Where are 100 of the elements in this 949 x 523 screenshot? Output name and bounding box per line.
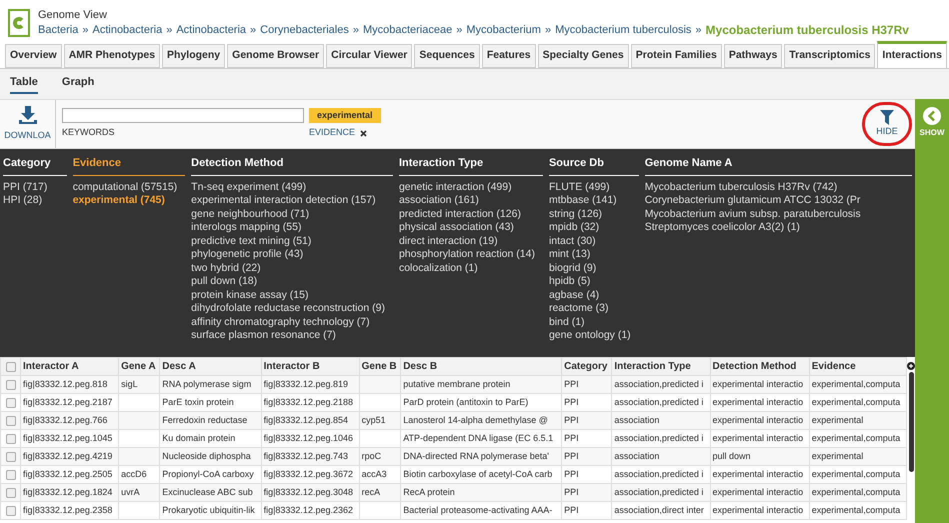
table-cell: Bacterial proteasome-activating AAA- [400,502,562,520]
facet-value[interactable]: genetic interaction (499) [398,180,535,194]
facet-value[interactable]: experimental (745) [72,194,178,208]
column-header[interactable]: Desc A [160,358,262,376]
facet-value[interactable]: phosphorylation reaction (14) [398,248,535,262]
tab[interactable]: Pathways [724,44,782,68]
row-checkbox[interactable] [6,380,16,390]
facet-value[interactable]: colocalization (1) [398,262,535,275]
column-header[interactable]: Detection Method [710,358,810,376]
facet-value[interactable]: physical association (43) [398,221,535,234]
download-button[interactable]: DOWNLOA [0,100,56,148]
facet-value[interactable]: dihydrofolate reductase reconstruction (9) [191,302,385,316]
tab[interactable]: Phylogeny [162,44,226,68]
column-header[interactable]: Evidence [809,358,906,376]
facet-value[interactable]: pull down (18) [191,275,385,288]
facet-value[interactable]: string (126) [548,208,631,221]
breadcrumb-link[interactable]: Bacteria [38,22,78,38]
breadcrumb-separator: » [456,22,462,38]
facet-header[interactable]: Evidence [72,155,186,176]
table-cell: fig|83332.12.peg.2362 [261,502,360,520]
facet-value[interactable]: bind (1) [548,316,631,329]
column-header[interactable]: Interactor A [20,358,119,376]
tab[interactable]: Interactions [877,41,947,68]
facet-header[interactable]: Category [3,155,67,176]
tab[interactable]: Genome Browser [227,44,324,68]
facet-value[interactable]: interologs mapping (55) [191,221,385,234]
facet-value[interactable]: Tn-seq experiment (499) [191,180,385,194]
row-checkbox[interactable] [6,452,16,462]
close-icon[interactable] [360,130,368,136]
facet-value[interactable]: gene ontology (1) [548,329,631,342]
tab[interactable]: Specialty Genes [538,44,629,68]
facet-value[interactable]: affinity chromatography technology (7) [191,316,385,329]
breadcrumb-link[interactable]: Actinobacteria [176,22,246,38]
facet-value[interactable]: gene neighbourhood (71) [191,208,385,221]
chevron-left-icon[interactable] [923,107,941,125]
breadcrumb-separator: » [352,22,359,38]
facet-value[interactable]: hpidb (5) [548,275,631,288]
facet-value[interactable]: HPI (28) [3,194,59,208]
row-checkbox[interactable] [6,506,16,516]
tab[interactable]: Sequences [414,44,480,68]
facet-value[interactable]: FLUTE (499) [548,180,631,194]
breadcrumb-link[interactable]: Mycobacteriaceae [362,22,452,38]
column-header[interactable]: Interactor B [261,358,360,376]
facet-value[interactable]: predicted interaction (126) [398,208,535,221]
facet-value[interactable]: computational (57515) [72,180,178,194]
scrollbar-thumb[interactable] [908,372,914,472]
tab[interactable]: Overview [5,44,62,68]
hide-filter-button[interactable]: HIDE [862,102,912,146]
facet-value[interactable]: Streptomyces coelicolor A3(2) (1) [644,221,904,234]
breadcrumb-link[interactable]: Actinobacteria [92,22,162,38]
facet-value[interactable]: protein kinase assay (15) [191,288,385,302]
app-title: Genome View [38,8,108,22]
row-checkbox[interactable] [6,416,16,426]
facet-value[interactable]: mtbbase (141) [548,194,631,208]
row-checkbox[interactable] [6,488,16,498]
row-checkbox[interactable] [6,470,16,480]
facet-value[interactable]: association (161) [398,194,535,208]
tab[interactable]: Transcriptomics [784,44,876,68]
facet-header[interactable]: Source Db [548,155,639,176]
facet-value[interactable]: PPI (717) [3,180,59,194]
facet-value[interactable]: phylogenetic profile (43) [191,248,385,262]
tab[interactable]: Protein Families [630,44,722,68]
breadcrumb-link[interactable]: Mycobacterium [466,22,541,38]
facet-value[interactable]: Corynebacterium glutamicum ATCC 13032 (Pr [644,194,904,208]
facet-value[interactable]: surface plasmon resonance (7) [191,329,385,342]
breadcrumb-link[interactable]: Mycobacterium tuberculosis [555,22,692,38]
select-all-checkbox[interactable] [6,362,16,372]
facet-value[interactable]: intact (30) [548,234,631,248]
facet-value[interactable]: biogrid (9) [548,262,631,275]
facet-value[interactable]: two hybrid (22) [191,262,385,275]
table-cell: experimental interactio [710,502,810,520]
facet-value[interactable]: reactome (3) [548,302,631,316]
column-header[interactable]: Interaction Type [612,358,710,376]
tab[interactable]: Features [482,44,536,68]
facet-header[interactable]: Genome Name A [644,155,912,176]
facet-value[interactable]: experimental interaction detection (157) [191,194,385,208]
row-checkbox[interactable] [6,398,16,408]
breadcrumb-separator: » [82,22,88,38]
facet-header[interactable]: Interaction Type [398,155,543,176]
facet-value[interactable]: predictive text mining (51) [191,234,385,248]
keyword-field[interactable] [62,108,304,124]
facet-value[interactable]: direct interaction (19) [398,234,535,248]
facet-value[interactable]: Mycobacterium avium subsp. paratuberculosis [644,208,904,221]
logo-icon[interactable] [8,8,30,36]
view-tab[interactable]: Graph [62,74,94,94]
table-cell: Prokaryotic ubiquitin-lik [160,502,262,520]
tab[interactable]: AMR Phenotypes [64,44,160,68]
table-cell: association,direct inter [612,502,710,520]
facet-value[interactable]: mpidb (32) [548,221,631,234]
view-tab[interactable]: Table [10,74,38,94]
facet-value[interactable]: mint (13) [548,248,631,262]
facet-header[interactable]: Detection Method [191,155,393,176]
row-checkbox[interactable] [6,434,16,444]
breadcrumb-separator: » [166,22,172,38]
facet-value[interactable]: Mycobacterium tuberculosis H37Rv (742) [644,180,904,194]
column-header[interactable]: Desc B [400,358,562,376]
breadcrumb-link[interactable]: Corynebacteriales [260,22,349,38]
table-cell [118,502,160,520]
tab[interactable]: Circular Viewer [326,44,412,68]
facet-value[interactable]: agbase (4) [548,288,631,302]
